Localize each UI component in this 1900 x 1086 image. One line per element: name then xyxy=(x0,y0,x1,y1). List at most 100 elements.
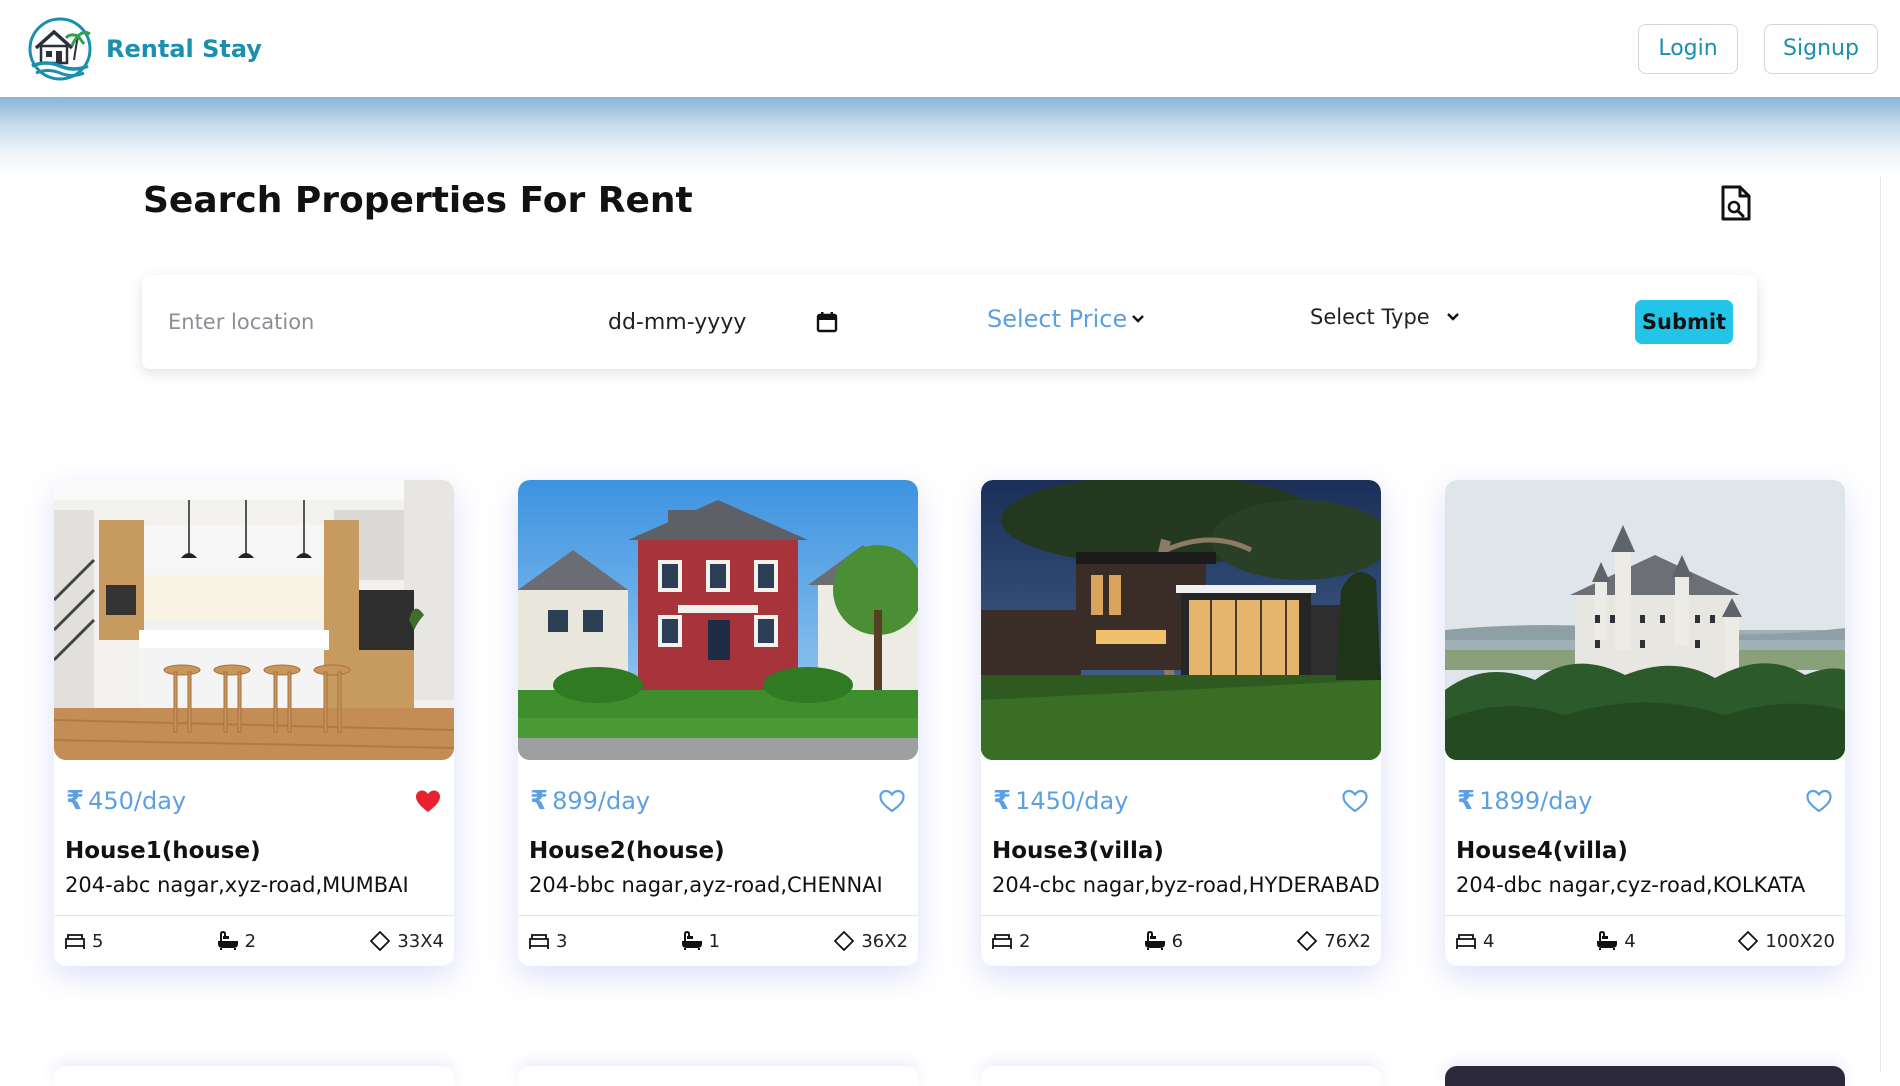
property-name[interactable]: House2(house) xyxy=(529,838,725,864)
price-select[interactable]: Select Price xyxy=(987,305,1145,333)
price: ₹ 899/day xyxy=(530,786,650,816)
area-stat: 76X2 xyxy=(1296,931,1371,952)
property-card[interactable]: ₹ 1450/day House3(villa) 204-cbc nagar,b… xyxy=(981,480,1381,966)
signup-button[interactable]: Signup xyxy=(1764,23,1878,74)
card-divider xyxy=(518,915,918,916)
beds-stat: 5 xyxy=(64,931,103,952)
beds-stat: 2 xyxy=(991,931,1030,952)
property-name[interactable]: House4(villa) xyxy=(1456,838,1628,864)
property-card-peek[interactable] xyxy=(54,1066,454,1086)
bathtub-icon xyxy=(681,931,702,950)
top-navbar: Rental Stay Login Signup xyxy=(0,0,1900,97)
baths-stat: 6 xyxy=(1144,931,1183,952)
brand[interactable]: Rental Stay xyxy=(26,16,262,82)
price-select-label: Select Price xyxy=(987,305,1128,333)
area-diamond-icon xyxy=(370,931,391,951)
search-bar: dd-mm-yyyy Select Price Select Type Subm… xyxy=(142,275,1757,369)
price: ₹ 1450/day xyxy=(993,786,1128,816)
bathtub-icon xyxy=(1597,931,1618,950)
type-select-label: Select Type xyxy=(1310,305,1430,329)
property-name[interactable]: House3(villa) xyxy=(992,838,1164,864)
price: ₹ 450/day xyxy=(66,786,186,816)
price: ₹ 1899/day xyxy=(1457,786,1592,816)
property-address: 204-abc nagar,xyz-road,MUMBAI xyxy=(65,873,409,897)
date-input[interactable]: dd-mm-yyyy xyxy=(608,301,838,343)
property-image[interactable] xyxy=(54,480,454,760)
property-image[interactable] xyxy=(981,480,1381,760)
area-diamond-icon xyxy=(834,931,855,951)
bed-icon xyxy=(1456,934,1476,949)
beds-count: 3 xyxy=(556,930,568,952)
property-card[interactable]: ₹ 1899/day House4(villa) 204-dbc nagar,c… xyxy=(1445,480,1845,966)
property-card[interactable]: ₹ 899/day House2(house) 204-bbc nagar,ay… xyxy=(518,480,918,966)
price-row: ₹ 899/day xyxy=(530,783,906,819)
baths-stat: 4 xyxy=(1596,930,1636,952)
property-stats: 3 1 36X2 xyxy=(528,925,908,957)
baths-stat: 1 xyxy=(681,931,720,952)
property-address: 204-bbc nagar,ayz-road,CHENNAI xyxy=(529,873,883,897)
house-logo-icon xyxy=(28,17,92,80)
baths-count: 2 xyxy=(244,930,257,952)
area-value: 100X20 xyxy=(1765,930,1835,952)
baths-count: 1 xyxy=(708,930,721,952)
heart-outline-icon[interactable] xyxy=(878,788,906,814)
area-diamond-icon xyxy=(1738,931,1759,951)
bathtub-icon xyxy=(217,931,238,950)
area-value: 76X2 xyxy=(1324,930,1371,952)
property-address: 204-cbc nagar,byz-road,HYDERABAD xyxy=(992,873,1380,897)
price-value: 450/day xyxy=(88,787,187,815)
price-value: 1899/day xyxy=(1479,787,1593,815)
area-value: 36X2 xyxy=(861,930,908,952)
property-name[interactable]: House1(house) xyxy=(65,838,261,864)
area-stat: 100X20 xyxy=(1737,931,1835,952)
property-card[interactable]: ₹ 450/day House1(house) 204-abc nagar,xy… xyxy=(54,480,454,966)
castle-on-hill-image xyxy=(1445,480,1845,760)
bed-icon xyxy=(529,934,549,949)
bathtub-icon xyxy=(1144,931,1165,950)
heart-filled-icon[interactable] xyxy=(414,788,442,814)
property-stats: 5 2 33X4 xyxy=(64,925,444,957)
chevron-down-icon xyxy=(1446,313,1459,321)
red-suburban-house-image xyxy=(518,480,918,760)
card-divider xyxy=(1445,915,1845,916)
document-search-icon[interactable] xyxy=(1719,184,1753,222)
property-card-peek[interactable] xyxy=(518,1066,918,1086)
area-diamond-icon xyxy=(1297,931,1318,951)
area-stat: 33X4 xyxy=(369,931,444,952)
rupee-icon: ₹ xyxy=(530,786,549,816)
calendar-icon[interactable] xyxy=(816,311,838,333)
price-row: ₹ 450/day xyxy=(66,783,442,819)
heart-outline-icon[interactable] xyxy=(1341,788,1369,814)
beds-stat: 4 xyxy=(1455,931,1494,952)
property-stats: 2 6 76X2 xyxy=(991,925,1371,957)
beds-count: 5 xyxy=(92,930,104,952)
area-value: 33X4 xyxy=(397,930,444,952)
property-image[interactable] xyxy=(518,480,918,760)
rupee-icon: ₹ xyxy=(1457,786,1476,816)
login-button[interactable]: Login xyxy=(1638,23,1738,74)
location-input[interactable] xyxy=(168,301,528,343)
property-card-peek[interactable] xyxy=(981,1066,1381,1086)
date-value: dd-mm-yyyy xyxy=(608,309,747,335)
card-divider xyxy=(981,915,1381,916)
rupee-icon: ₹ xyxy=(993,786,1012,816)
property-card-peek[interactable] xyxy=(1445,1066,1845,1086)
kitchen-interior-image xyxy=(54,480,454,760)
rupee-icon: ₹ xyxy=(66,786,85,816)
page-title: Search Properties For Rent xyxy=(143,180,693,221)
type-select[interactable]: Select Type xyxy=(1310,305,1460,329)
beds-count: 2 xyxy=(1019,930,1031,952)
property-image[interactable] xyxy=(1445,480,1845,760)
modern-villa-night-image xyxy=(981,480,1381,760)
price-row: ₹ 1899/day xyxy=(1457,783,1833,819)
price-value: 899/day xyxy=(552,787,651,815)
baths-count: 6 xyxy=(1171,930,1184,952)
heart-outline-icon[interactable] xyxy=(1805,788,1833,814)
submit-button[interactable]: Submit xyxy=(1635,300,1733,344)
header-gradient-band xyxy=(0,97,1900,177)
bed-icon xyxy=(65,934,85,949)
property-address: 204-dbc nagar,cyz-road,KOLKATA xyxy=(1456,873,1806,897)
brand-name: Rental Stay xyxy=(106,34,262,63)
baths-count: 4 xyxy=(1624,930,1636,952)
card-divider xyxy=(54,915,454,916)
